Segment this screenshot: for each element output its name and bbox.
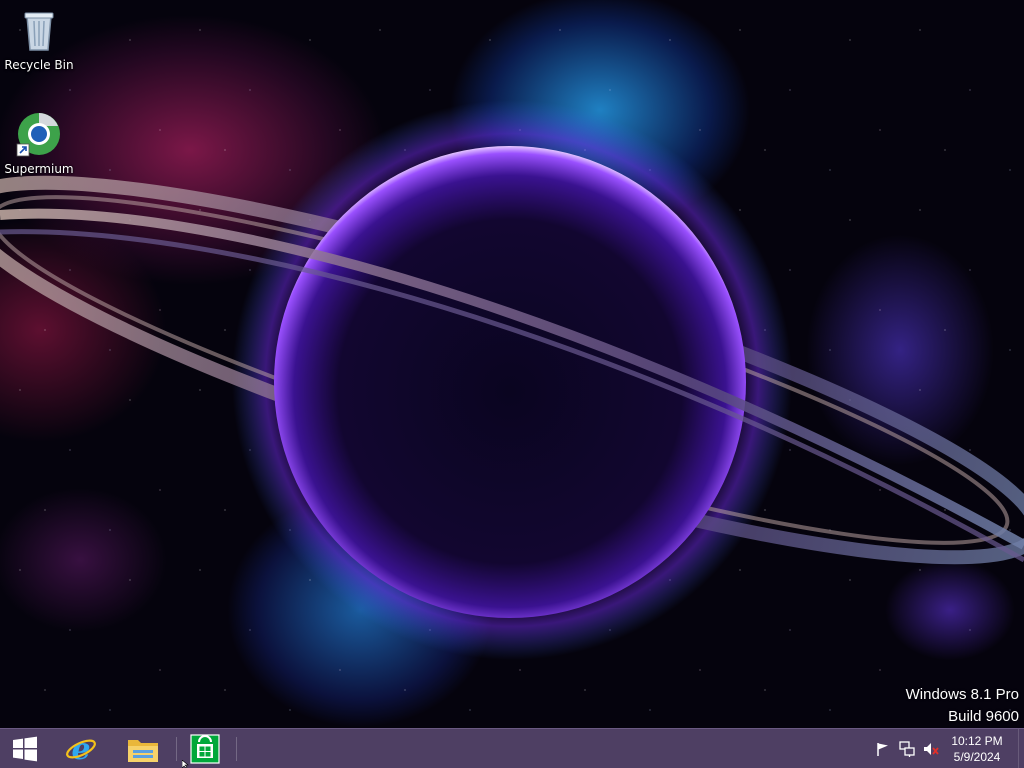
watermark-build: Build 9600: [948, 708, 1019, 725]
internet-explorer-button[interactable]: e: [56, 729, 106, 768]
saturn-wallpaper: [0, 100, 1024, 660]
supermium-label: Supermium: [4, 162, 74, 176]
network-button[interactable]: [898, 741, 916, 757]
network-icon: [899, 741, 915, 757]
taskbar-separator: [236, 737, 237, 761]
svg-text:e: e: [71, 733, 90, 765]
action-center-button[interactable]: [874, 741, 892, 757]
start-button[interactable]: [0, 729, 50, 768]
clock-date: 5/9/2024: [953, 750, 1001, 764]
supermium-browser-icon: [15, 110, 63, 158]
taskbar: e 10:12 PM 5/9/2024: [0, 728, 1024, 768]
taskbar-separator: [176, 737, 177, 761]
recycle-bin-icon: [15, 6, 63, 54]
taskbar-clock[interactable]: 10:12 PM 5/9/2024: [938, 733, 1016, 765]
windows-start-icon: [13, 736, 37, 762]
recycle-bin-shortcut[interactable]: Recycle Bin: [0, 6, 78, 72]
show-desktop-button[interactable]: [1018, 729, 1024, 768]
windows-store-icon: [190, 734, 220, 764]
watermark-edition: Windows 8.1 Pro: [905, 686, 1019, 703]
internet-explorer-icon: e: [66, 733, 96, 765]
action-center-flag-icon: [877, 743, 888, 756]
mouse-cursor-icon: [182, 760, 189, 768]
file-explorer-button[interactable]: [118, 729, 168, 768]
volume-muted-icon: [924, 743, 939, 755]
file-explorer-icon: [128, 740, 158, 762]
supermium-shortcut[interactable]: Supermium: [0, 110, 78, 176]
desktop-background[interactable]: Recycle Bin Supermium Windows 8.1 Pro Bu…: [0, 0, 1024, 728]
windows-watermark: Windows 8.1 Pro Build 9600: [906, 684, 1019, 728]
planet: [274, 146, 746, 618]
recycle-bin-label: Recycle Bin: [4, 58, 74, 72]
clock-time: 10:12 PM: [951, 734, 1003, 748]
